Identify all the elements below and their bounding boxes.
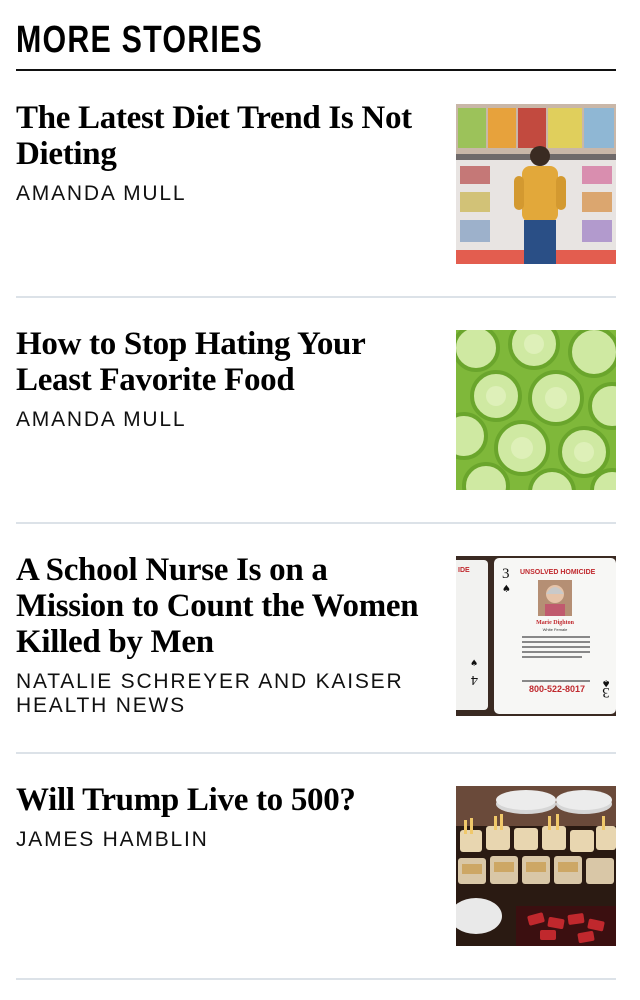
section-title-rule <box>16 69 616 71</box>
story-byline[interactable]: NATALIE SCHREYER AND KAISER HEALTH NEWS <box>16 670 426 718</box>
card-phone: 800-522-8017 <box>529 684 585 694</box>
story-byline[interactable]: JAMES HAMBLIN <box>16 828 426 852</box>
story-byline[interactable]: AMANDA MULL <box>16 182 426 206</box>
story-divider <box>16 296 616 298</box>
spade-icon: ♠ <box>470 659 478 669</box>
story-card[interactable]: The Latest Diet Trend Is Not Dieting AMA… <box>16 100 616 270</box>
story-text: A School Nurse Is on a Mission to Count … <box>16 552 426 718</box>
story-text: The Latest Diet Trend Is Not Dieting AMA… <box>16 100 426 206</box>
card-name: Marie Dighton <box>536 620 574 626</box>
card-left-edge-text: IDE <box>458 567 470 574</box>
section-title: MORE STORIES <box>16 19 263 61</box>
story-headline[interactable]: Will Trump Live to 500? <box>16 782 426 818</box>
story-thumbnail[interactable] <box>456 330 616 490</box>
story-card[interactable]: How to Stop Hating Your Least Favorite F… <box>16 326 616 496</box>
card-title: UNSOLVED HOMICIDE <box>520 569 596 576</box>
story-divider <box>16 522 616 524</box>
story-thumbnail[interactable] <box>456 786 616 946</box>
card-rank-bottom: 3 <box>602 684 610 700</box>
card-rank: 3 <box>502 566 510 582</box>
story-thumbnail[interactable] <box>456 104 616 264</box>
card-rank-side: 4 <box>471 672 478 687</box>
story-headline[interactable]: The Latest Diet Trend Is Not Dieting <box>16 100 426 172</box>
story-headline[interactable]: How to Stop Hating Your Least Favorite F… <box>16 326 426 398</box>
story-divider <box>16 752 616 754</box>
fast-food-buffet-photo <box>456 786 616 946</box>
story-card[interactable]: Will Trump Live to 500? JAMES HAMBLIN <box>16 782 616 952</box>
story-text: Will Trump Live to 500? JAMES HAMBLIN <box>16 782 426 852</box>
card-subtitle: White Female <box>543 627 568 632</box>
candy-store-child-photo <box>456 104 616 264</box>
spade-icon: ♠ <box>502 584 511 595</box>
story-byline[interactable]: AMANDA MULL <box>16 408 426 432</box>
story-divider <box>16 978 616 980</box>
story-headline[interactable]: A School Nurse Is on a Mission to Count … <box>16 552 426 660</box>
cucumber-slices-photo <box>456 330 616 490</box>
story-text: How to Stop Hating Your Least Favorite F… <box>16 326 426 432</box>
unsolved-homicide-playing-card-photo: IDE 3 ♠ UNSOLVED HOMICIDE Marie Dighton … <box>456 556 616 716</box>
story-card[interactable]: A School Nurse Is on a Mission to Count … <box>16 552 616 732</box>
story-thumbnail[interactable]: IDE 3 ♠ UNSOLVED HOMICIDE Marie Dighton … <box>456 556 616 716</box>
